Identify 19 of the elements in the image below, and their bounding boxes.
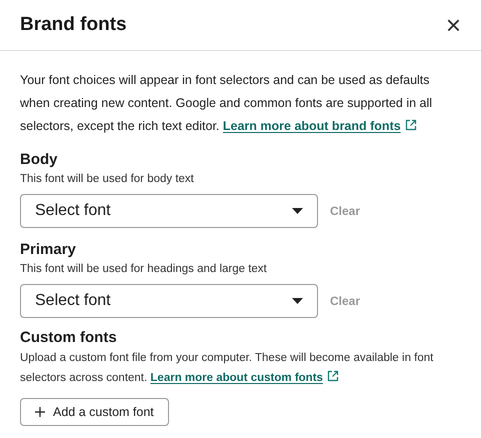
intro-text: Your font choices will appear in font selectors and can be used as defaults when creating new content. Google and common fonts are supported in all selectors, except the rich text editor. Learn more about brand fonts bbox=[20, 72, 434, 135]
external-link-icon bbox=[404, 119, 417, 131]
dialog-title: Brand fonts bbox=[20, 12, 127, 37]
add-font-button[interactable]: Add a custom font bbox=[20, 398, 169, 426]
section-description: Upload a custom font file from your computer. These will become available in font selectors across content. Learn more about custom fonts bbox=[20, 351, 434, 386]
external-link-icon bbox=[326, 370, 339, 382]
section-heading: Body bbox=[20, 150, 58, 170]
section-heading: Primary bbox=[20, 240, 77, 260]
brand-fonts-link[interactable]: Learn more about brand fonts bbox=[222, 119, 401, 133]
section-heading: Custom fonts bbox=[20, 328, 118, 348]
font-select[interactable]: Select font bbox=[20, 284, 318, 318]
dropdown-caret-icon bbox=[292, 208, 303, 214]
dropdown-caret-icon bbox=[292, 298, 303, 304]
section-description: This font will be used for body text bbox=[20, 172, 195, 187]
font-select[interactable]: Select font bbox=[20, 194, 318, 228]
close-button[interactable]: × bbox=[446, 12, 461, 38]
section-description: This font will be used for headings and large text bbox=[20, 262, 268, 277]
plus-icon bbox=[35, 407, 45, 417]
custom-fonts-link[interactable]: Learn more about custom fonts bbox=[150, 372, 323, 384]
